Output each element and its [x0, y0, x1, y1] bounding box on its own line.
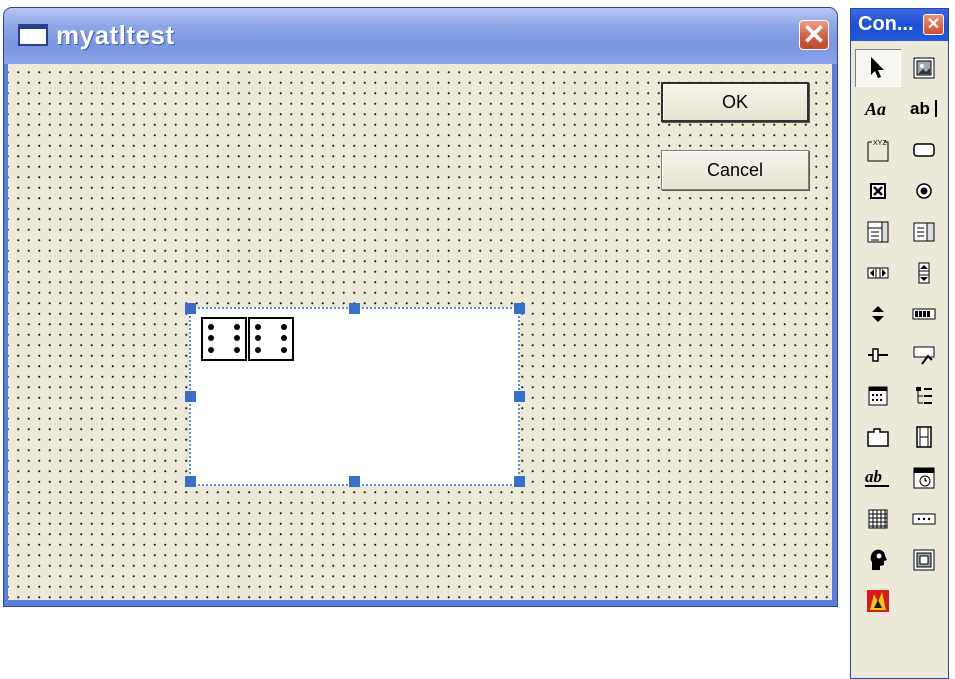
button-icon[interactable]: [901, 131, 947, 169]
group-box-icon[interactable]: XYZ: [855, 131, 901, 169]
selected-custom-control[interactable]: [189, 307, 520, 486]
combo-box-icon[interactable]: [855, 213, 901, 251]
edit-box-icon[interactable]: ab: [901, 90, 947, 128]
resize-handle-n[interactable]: [349, 303, 360, 314]
slider-icon[interactable]: [855, 336, 901, 374]
picture-icon[interactable]: [901, 49, 947, 87]
activex-control-icon[interactable]: [855, 582, 901, 620]
resize-handle-se[interactable]: [514, 476, 525, 487]
list-control-icon[interactable]: [855, 377, 901, 415]
svg-text:ab: ab: [865, 467, 882, 486]
dice-control: [201, 317, 294, 361]
progress-icon[interactable]: [901, 295, 947, 333]
horizontal-scrollbar-icon[interactable]: [855, 254, 901, 292]
dialog-window: myatltest ✕ OK Cancel: [4, 8, 837, 606]
dialog-design-surface[interactable]: OK Cancel: [8, 64, 832, 600]
list-box-icon[interactable]: [901, 213, 947, 251]
check-box-icon[interactable]: [855, 172, 901, 210]
toolbox-title-bar[interactable]: Con... ✕: [851, 9, 948, 41]
rich-edit-icon[interactable]: ab: [855, 459, 901, 497]
resize-handle-ne[interactable]: [514, 303, 525, 314]
ip-address-icon[interactable]: [901, 500, 947, 538]
title-bar[interactable]: myatltest ✕: [4, 8, 837, 64]
resize-handle-e[interactable]: [514, 391, 525, 402]
window-icon: [18, 24, 48, 46]
toolbox-close-button[interactable]: ✕: [923, 14, 944, 35]
resize-handle-w[interactable]: [185, 391, 196, 402]
radio-button-icon[interactable]: [901, 172, 947, 210]
controls-toolbox: Con... ✕ Aa ab XYZ ab: [850, 8, 949, 679]
tree-control-icon[interactable]: [901, 377, 947, 415]
animation-icon[interactable]: [901, 418, 947, 456]
toolbox-title: Con...: [858, 13, 914, 35]
resize-handle-s[interactable]: [349, 476, 360, 487]
vertical-scrollbar-icon[interactable]: [901, 254, 947, 292]
extended-combo-icon[interactable]: [901, 541, 947, 579]
die-six-icon: [248, 317, 294, 361]
svg-text:Aa: Aa: [864, 99, 886, 119]
resize-handle-nw[interactable]: [185, 303, 196, 314]
close-icon: ✕: [802, 19, 826, 50]
svg-text:XYZ: XYZ: [873, 140, 887, 147]
hot-key-icon[interactable]: [901, 336, 947, 374]
custom-control-icon[interactable]: [855, 541, 901, 579]
month-calendar-icon[interactable]: [855, 500, 901, 538]
svg-text:ab: ab: [910, 99, 930, 118]
static-text-icon[interactable]: Aa: [855, 90, 901, 128]
date-time-picker-icon[interactable]: [901, 459, 947, 497]
die-six-icon: [201, 317, 247, 361]
pointer-icon[interactable]: [855, 49, 901, 87]
spin-icon[interactable]: [855, 295, 901, 333]
ok-button[interactable]: OK: [661, 82, 809, 122]
tab-control-icon[interactable]: [855, 418, 901, 456]
window-title: myatltest: [56, 20, 175, 50]
cancel-button[interactable]: Cancel: [661, 150, 809, 190]
resize-handle-sw[interactable]: [185, 476, 196, 487]
close-button[interactable]: ✕: [799, 19, 829, 50]
